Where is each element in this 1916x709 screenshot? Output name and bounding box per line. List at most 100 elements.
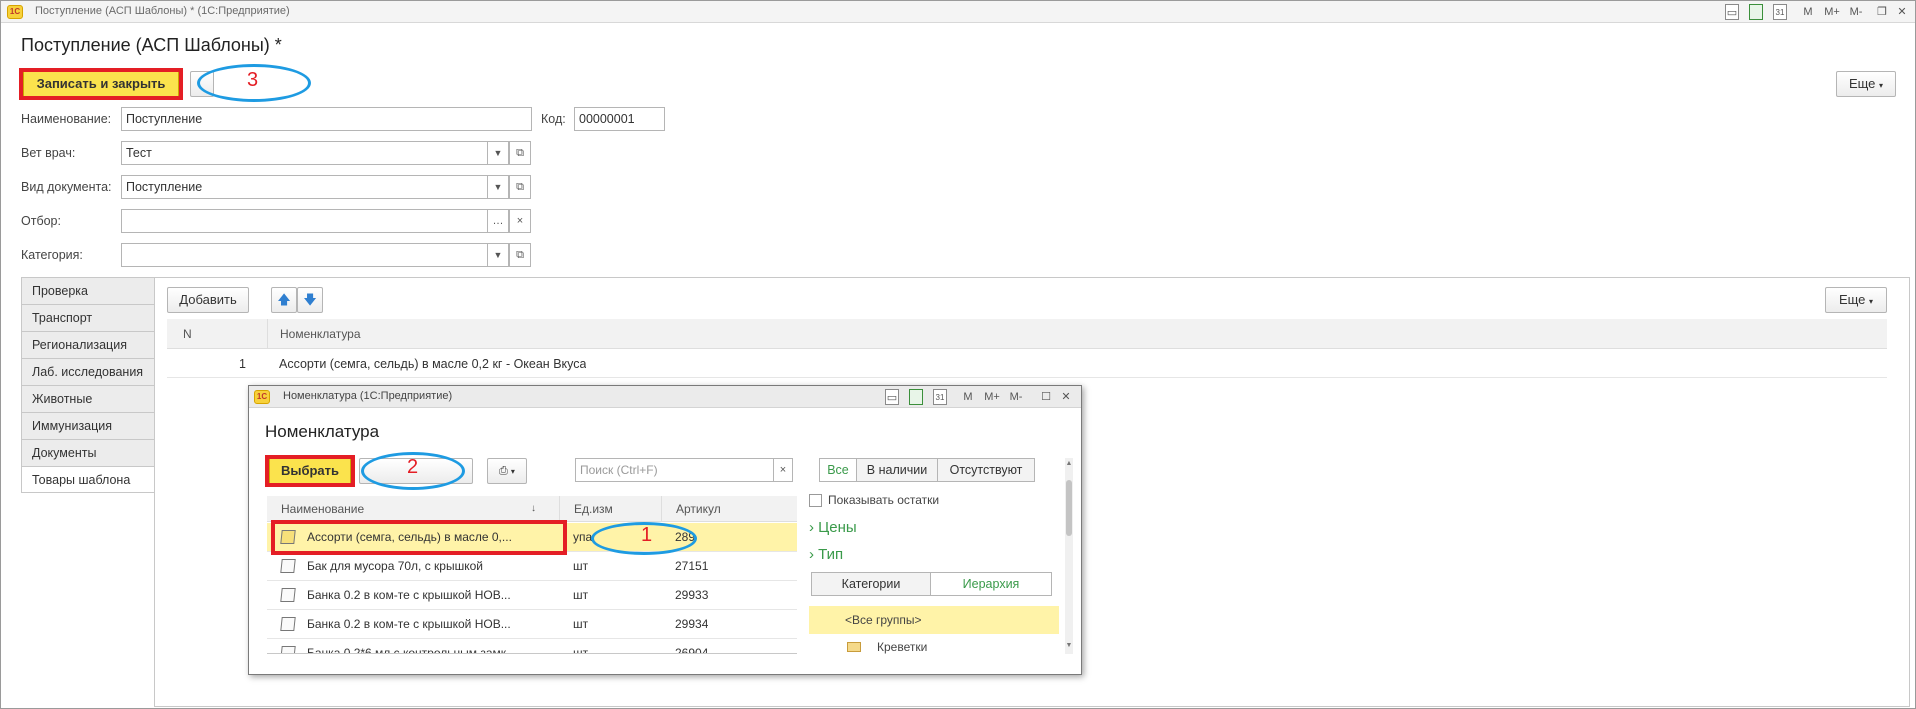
code-field[interactable]: 00000001 xyxy=(574,107,665,131)
scrollbar-thumb[interactable] xyxy=(1066,480,1072,536)
tab-transport[interactable]: Транспорт xyxy=(21,304,155,331)
filter-all-button[interactable]: Все xyxy=(819,458,857,482)
row-number: 1 xyxy=(239,357,246,371)
annotation-number: 1 xyxy=(641,524,653,546)
search-input[interactable]: Поиск (Ctrl+F) xyxy=(575,458,775,482)
chevron-down-icon: ▾ xyxy=(510,467,515,476)
more-button[interactable]: Еще ▾ xyxy=(1825,287,1887,313)
clear-search-icon[interactable]: × xyxy=(773,458,793,482)
table-row[interactable]: 1 Ассорти (семга, сельдь) в масле 0,2 кг… xyxy=(167,350,1887,378)
filter-field[interactable] xyxy=(121,209,489,233)
chevron-right-icon: › xyxy=(809,546,814,563)
dialog-title: Номенклатура xyxy=(265,422,380,441)
product-icon xyxy=(280,559,296,573)
open-icon[interactable]: ⧉ xyxy=(509,141,531,165)
printer-icon: ⎙ xyxy=(499,465,508,477)
doc-type-field[interactable]: Поступление xyxy=(121,175,489,199)
chevron-down-icon[interactable]: ▼ xyxy=(487,243,509,267)
tab-documents[interactable]: Документы xyxy=(21,439,155,466)
app-logo-icon: 1С xyxy=(254,390,270,404)
show-stock-checkbox[interactable] xyxy=(809,494,822,507)
close-window-icon[interactable]: ✕ xyxy=(1895,4,1909,20)
more-label: Еще xyxy=(1838,292,1866,307)
more-button[interactable]: Еще ▾ xyxy=(1836,71,1896,97)
memory-minus-button[interactable]: M- xyxy=(1007,389,1025,405)
name-field[interactable]: Поступление xyxy=(121,107,532,131)
name-label: Наименование: xyxy=(21,112,112,126)
calendar-icon[interactable]: 31 xyxy=(933,389,947,405)
sort-arrow-icon[interactable]: ↓ xyxy=(531,496,536,521)
show-stock-label: Показывать остатки xyxy=(828,493,940,507)
scrollbar[interactable]: ▲ ▼ xyxy=(1065,458,1073,654)
calendar-icon[interactable]: 31 xyxy=(1773,4,1787,20)
memory-plus-button[interactable]: M+ xyxy=(983,389,1001,405)
filter-in-stock-button[interactable]: В наличии xyxy=(856,458,938,482)
memory-minus-button[interactable]: M- xyxy=(1847,4,1865,20)
tab-lab-research[interactable]: Лаб. исследования xyxy=(21,358,155,385)
maximize-icon[interactable]: ☐ xyxy=(1039,389,1053,405)
highlight-frame xyxy=(19,68,183,100)
move-down-icon[interactable]: 🡇 xyxy=(297,287,323,313)
list-item[interactable]: Банка 0.2*6 мл с контрольным замк... шт … xyxy=(267,639,797,653)
item-article: 29933 xyxy=(675,588,709,602)
list-item[interactable]: <Все группы> xyxy=(809,606,1059,634)
tab-hierarchy[interactable]: Иерархия xyxy=(930,572,1052,596)
column-header-n[interactable]: N xyxy=(183,319,192,348)
title-bar: 1С Поступление (АСП Шаблоны) * (1С:Предп… xyxy=(1,1,1915,23)
item-unit: шт xyxy=(573,588,589,602)
highlight-frame xyxy=(265,455,355,487)
scroll-up-icon[interactable]: ▲ xyxy=(1065,460,1073,467)
move-up-icon[interactable]: 🡅 xyxy=(271,287,297,313)
item-article: 26904 xyxy=(675,646,709,653)
tab-categories[interactable]: Категории xyxy=(811,572,931,596)
main-window: 1С Поступление (АСП Шаблоны) * (1С:Предп… xyxy=(0,0,1916,709)
open-icon[interactable]: ⧉ xyxy=(509,243,531,267)
list-item[interactable]: Банка 0.2 в ком-те с крышкой НОВ... шт 2… xyxy=(267,581,797,610)
tab-regionalization[interactable]: Регионализация xyxy=(21,331,155,358)
vet-field[interactable]: Тест xyxy=(121,141,489,165)
print-icon[interactable]: ▭ xyxy=(885,389,899,405)
chevron-down-icon: ▾ xyxy=(1869,297,1874,306)
prices-label: Цены xyxy=(818,519,857,536)
nomenclature-dialog: 1С Номенклатура (1С:Предприятие) ▭ 31 M … xyxy=(248,385,1082,675)
product-icon xyxy=(280,588,296,602)
filter-absent-button[interactable]: Отсутствуют xyxy=(937,458,1035,482)
open-icon[interactable]: ⧉ xyxy=(509,175,531,199)
memory-button[interactable]: M xyxy=(1801,4,1815,20)
tab-template-goods[interactable]: Товары шаблона xyxy=(21,466,155,493)
tab-immunization[interactable]: Иммунизация xyxy=(21,412,155,439)
scroll-down-icon[interactable]: ▼ xyxy=(1065,642,1073,649)
table-header: N Номенклатура xyxy=(167,319,1887,349)
print-icon[interactable]: ▭ xyxy=(1725,4,1739,20)
calculator-icon[interactable] xyxy=(909,389,923,405)
column-header-name[interactable]: Наименование xyxy=(281,496,364,521)
chevron-down-icon[interactable]: ▼ xyxy=(487,175,509,199)
memory-plus-button[interactable]: M+ xyxy=(1823,4,1841,20)
window-title: Поступление (АСП Шаблоны) * (1С:Предприя… xyxy=(35,5,290,17)
restore-window-icon[interactable]: ❐ xyxy=(1875,4,1889,20)
page-title: Поступление (АСП Шаблоны) * xyxy=(21,35,282,55)
clear-icon[interactable]: × xyxy=(509,209,531,233)
list-item[interactable]: Бак для мусора 70л, с крышкой шт 27151 xyxy=(267,552,797,581)
tab-check[interactable]: Проверка xyxy=(21,277,155,304)
type-group[interactable]: › Тип xyxy=(809,546,843,563)
doc-type-label: Вид документа: xyxy=(21,180,112,194)
memory-button[interactable]: M xyxy=(961,389,975,405)
chevron-down-icon[interactable]: ▼ xyxy=(487,141,509,165)
list-item[interactable]: Креветки xyxy=(809,636,1059,658)
ellipsis-icon[interactable]: … xyxy=(487,209,509,233)
add-button[interactable]: Добавить xyxy=(167,287,249,313)
print-menu-button[interactable]: ⎙ ▾ xyxy=(487,458,527,484)
tab-list: Проверка Транспорт Регионализация Лаб. и… xyxy=(21,277,155,493)
column-header-article[interactable]: Артикул xyxy=(661,496,721,521)
calculator-icon[interactable] xyxy=(1749,4,1763,20)
tab-animals[interactable]: Животные xyxy=(21,385,155,412)
column-header-unit[interactable]: Ед.изм xyxy=(559,496,659,521)
list-item[interactable]: Банка 0.2 в ком-те с крышкой НОВ... шт 2… xyxy=(267,610,797,639)
prices-group[interactable]: › Цены xyxy=(809,519,857,536)
product-icon xyxy=(280,617,296,631)
item-article: 29934 xyxy=(675,617,709,631)
close-icon[interactable]: ✕ xyxy=(1059,389,1073,405)
category-field[interactable] xyxy=(121,243,489,267)
column-header-nomenclature[interactable]: Номенклатура xyxy=(267,319,361,348)
